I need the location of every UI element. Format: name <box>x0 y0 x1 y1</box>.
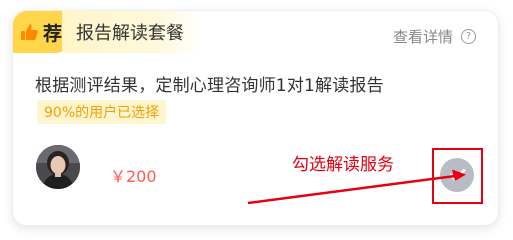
view-details-link[interactable]: 查看详情 ? <box>393 26 476 47</box>
recommend-label: 荐 <box>43 22 63 45</box>
interpretation-package-card[interactable]: 荐 报告解读套餐 查看详情 ? 根据测评结果，定制心理咨询师1对1解读报告 90… <box>12 10 499 226</box>
view-details-label: 查看详情 <box>392 28 453 46</box>
package-header: 荐 报告解读套餐 <box>13 11 203 53</box>
annotation-label: 勾选解读服务 <box>292 155 394 175</box>
package-price: ￥200 <box>110 167 157 186</box>
counselor-avatar <box>36 145 80 189</box>
screenshot-stage: 荐 报告解读套餐 查看详情 ? 根据测评结果，定制心理咨询师1对1解读报告 90… <box>0 0 513 240</box>
check-circle-icon <box>449 169 466 181</box>
package-description: 根据测评结果，定制心理咨询师1对1解读报告 <box>35 76 384 96</box>
question-circle-icon: ? <box>461 29 476 44</box>
select-service-checkbox[interactable] <box>440 158 474 192</box>
popularity-badge: 90%的用户已选择 <box>37 100 167 124</box>
thumbs-up-icon <box>19 22 39 42</box>
package-title: 报告解读套餐 <box>62 11 203 53</box>
